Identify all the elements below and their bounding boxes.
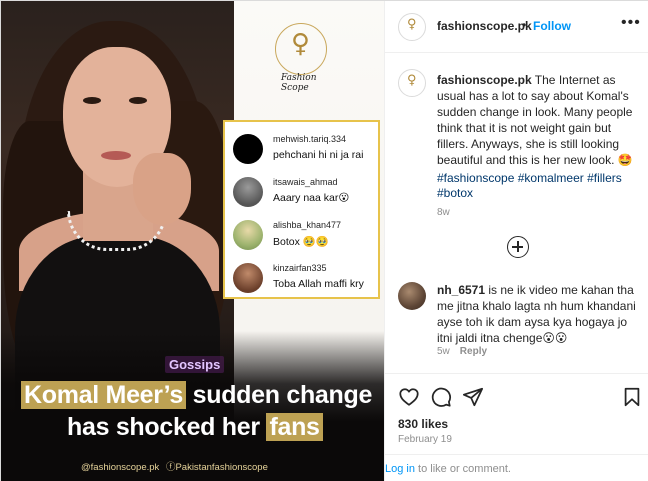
avatar <box>233 220 263 250</box>
comments-screenshot-card: mehwish.tariq.334 pehchani hi ni ja rai … <box>223 120 380 299</box>
card-comment-text: Toba Allah maffi kry <box>273 278 364 290</box>
logo-text: Fashion Scope <box>281 73 317 93</box>
comment-meta: 5w Reply <box>437 346 487 357</box>
caption-username[interactable]: fashionscope.pk <box>437 73 532 87</box>
headline-line-1: Komal Meer’s sudden change <box>21 381 372 410</box>
headline-highlight: Komal Meer’s <box>21 381 186 409</box>
caption-text: The Internet as usual has a lot to say a… <box>437 73 633 167</box>
avatar <box>233 263 263 293</box>
card-comment: kinzairfan335 Toba Allah maffi kry <box>233 261 378 299</box>
instagram-post: ♀ Fashion Scope mehwish.tariq.334 pehcha… <box>0 0 648 481</box>
avatar <box>233 134 263 164</box>
avatar <box>233 177 263 207</box>
card-comment-text: pehchani hi ni ja rai <box>273 149 364 161</box>
login-prompt: Log in to like or comment. <box>385 463 511 475</box>
logo-icon: ♀ <box>407 17 417 32</box>
headline-text: has shocked her <box>67 413 267 441</box>
bookmark-icon[interactable] <box>621 386 643 408</box>
caption-hashtags[interactable]: #fashionscope #komalmeer #fillers #botox <box>437 171 642 201</box>
load-more-comments-icon[interactable] <box>507 236 529 258</box>
caption-age: 8w <box>437 207 450 218</box>
headline-text: sudden change <box>185 381 373 409</box>
facebook-handle: ⓕPakistanfashionscope <box>165 462 268 473</box>
card-comment-text: Aaary naa kar😮 <box>273 192 350 204</box>
avatar[interactable] <box>398 282 426 310</box>
card-comment: mehwish.tariq.334 pehchani hi ni ja rai <box>233 132 378 170</box>
separator-dot: • <box>522 18 527 32</box>
card-comment-username: mehwish.tariq.334 <box>273 134 347 144</box>
heart-icon[interactable] <box>398 386 420 408</box>
card-comment-username: kinzairfan335 <box>273 263 327 273</box>
logo-icon: ♀ <box>407 73 417 88</box>
headline-line-2: has shocked her fans <box>67 413 323 442</box>
like-count[interactable]: 830 likes <box>398 417 448 431</box>
post-caption: fashionscope.pk The Internet as usual ha… <box>437 72 642 168</box>
comment-username[interactable]: nh_6571 <box>437 283 485 297</box>
comment-body: nh_6571 is ne ik video me kahan tha me j… <box>437 282 642 346</box>
card-comment-username: alishba_khan477 <box>273 220 342 230</box>
action-bar <box>385 373 648 413</box>
login-bar: Log in to like or comment. <box>385 454 648 481</box>
dress-figure-icon: ♀ <box>291 29 311 59</box>
portrait-lips <box>101 151 131 160</box>
image-footer-handles: @fashionscope.pk ⓕPakistanfashionscope <box>81 459 272 473</box>
share-icon[interactable] <box>462 386 484 408</box>
comment-age: 5w <box>437 346 450 357</box>
fashion-scope-logo: ♀ Fashion Scope <box>275 23 327 93</box>
reply-button[interactable]: Reply <box>460 346 487 357</box>
post-date: February 19 <box>398 434 452 445</box>
portrait-eye-right <box>129 97 147 104</box>
headline-highlight: fans <box>266 413 323 441</box>
header-username[interactable]: fashionscope.pk <box>437 19 532 33</box>
post-image[interactable]: ♀ Fashion Scope mehwish.tariq.334 pehcha… <box>1 1 384 481</box>
avatar[interactable]: ♀ <box>398 69 426 97</box>
login-link[interactable]: Log in <box>385 463 415 475</box>
portrait-eye-left <box>83 97 101 104</box>
card-comment-text: Botox 🥹🥹 <box>273 236 329 248</box>
post-side-panel: ♀ fashionscope.pk • Follow ••• ♀ fashion… <box>384 1 648 481</box>
card-comment: alishba_khan477 Botox 🥹🥹 <box>233 218 378 256</box>
instagram-handle: @fashionscope.pk <box>81 462 160 473</box>
comment-icon[interactable] <box>430 386 452 408</box>
login-prompt-text: to like or comment. <box>414 463 511 475</box>
portrait-hand <box>133 153 191 225</box>
card-comment-username: itsawais_ahmad <box>273 177 338 187</box>
more-horizontal-icon[interactable]: ••• <box>621 14 641 32</box>
follow-button[interactable]: Follow <box>533 19 571 33</box>
avatar[interactable]: ♀ <box>398 13 426 41</box>
post-header: ♀ fashionscope.pk • Follow ••• <box>385 1 648 53</box>
gossips-tag: Gossips <box>165 356 225 373</box>
card-comment: itsawais_ahmad Aaary naa kar😮 <box>233 175 378 213</box>
